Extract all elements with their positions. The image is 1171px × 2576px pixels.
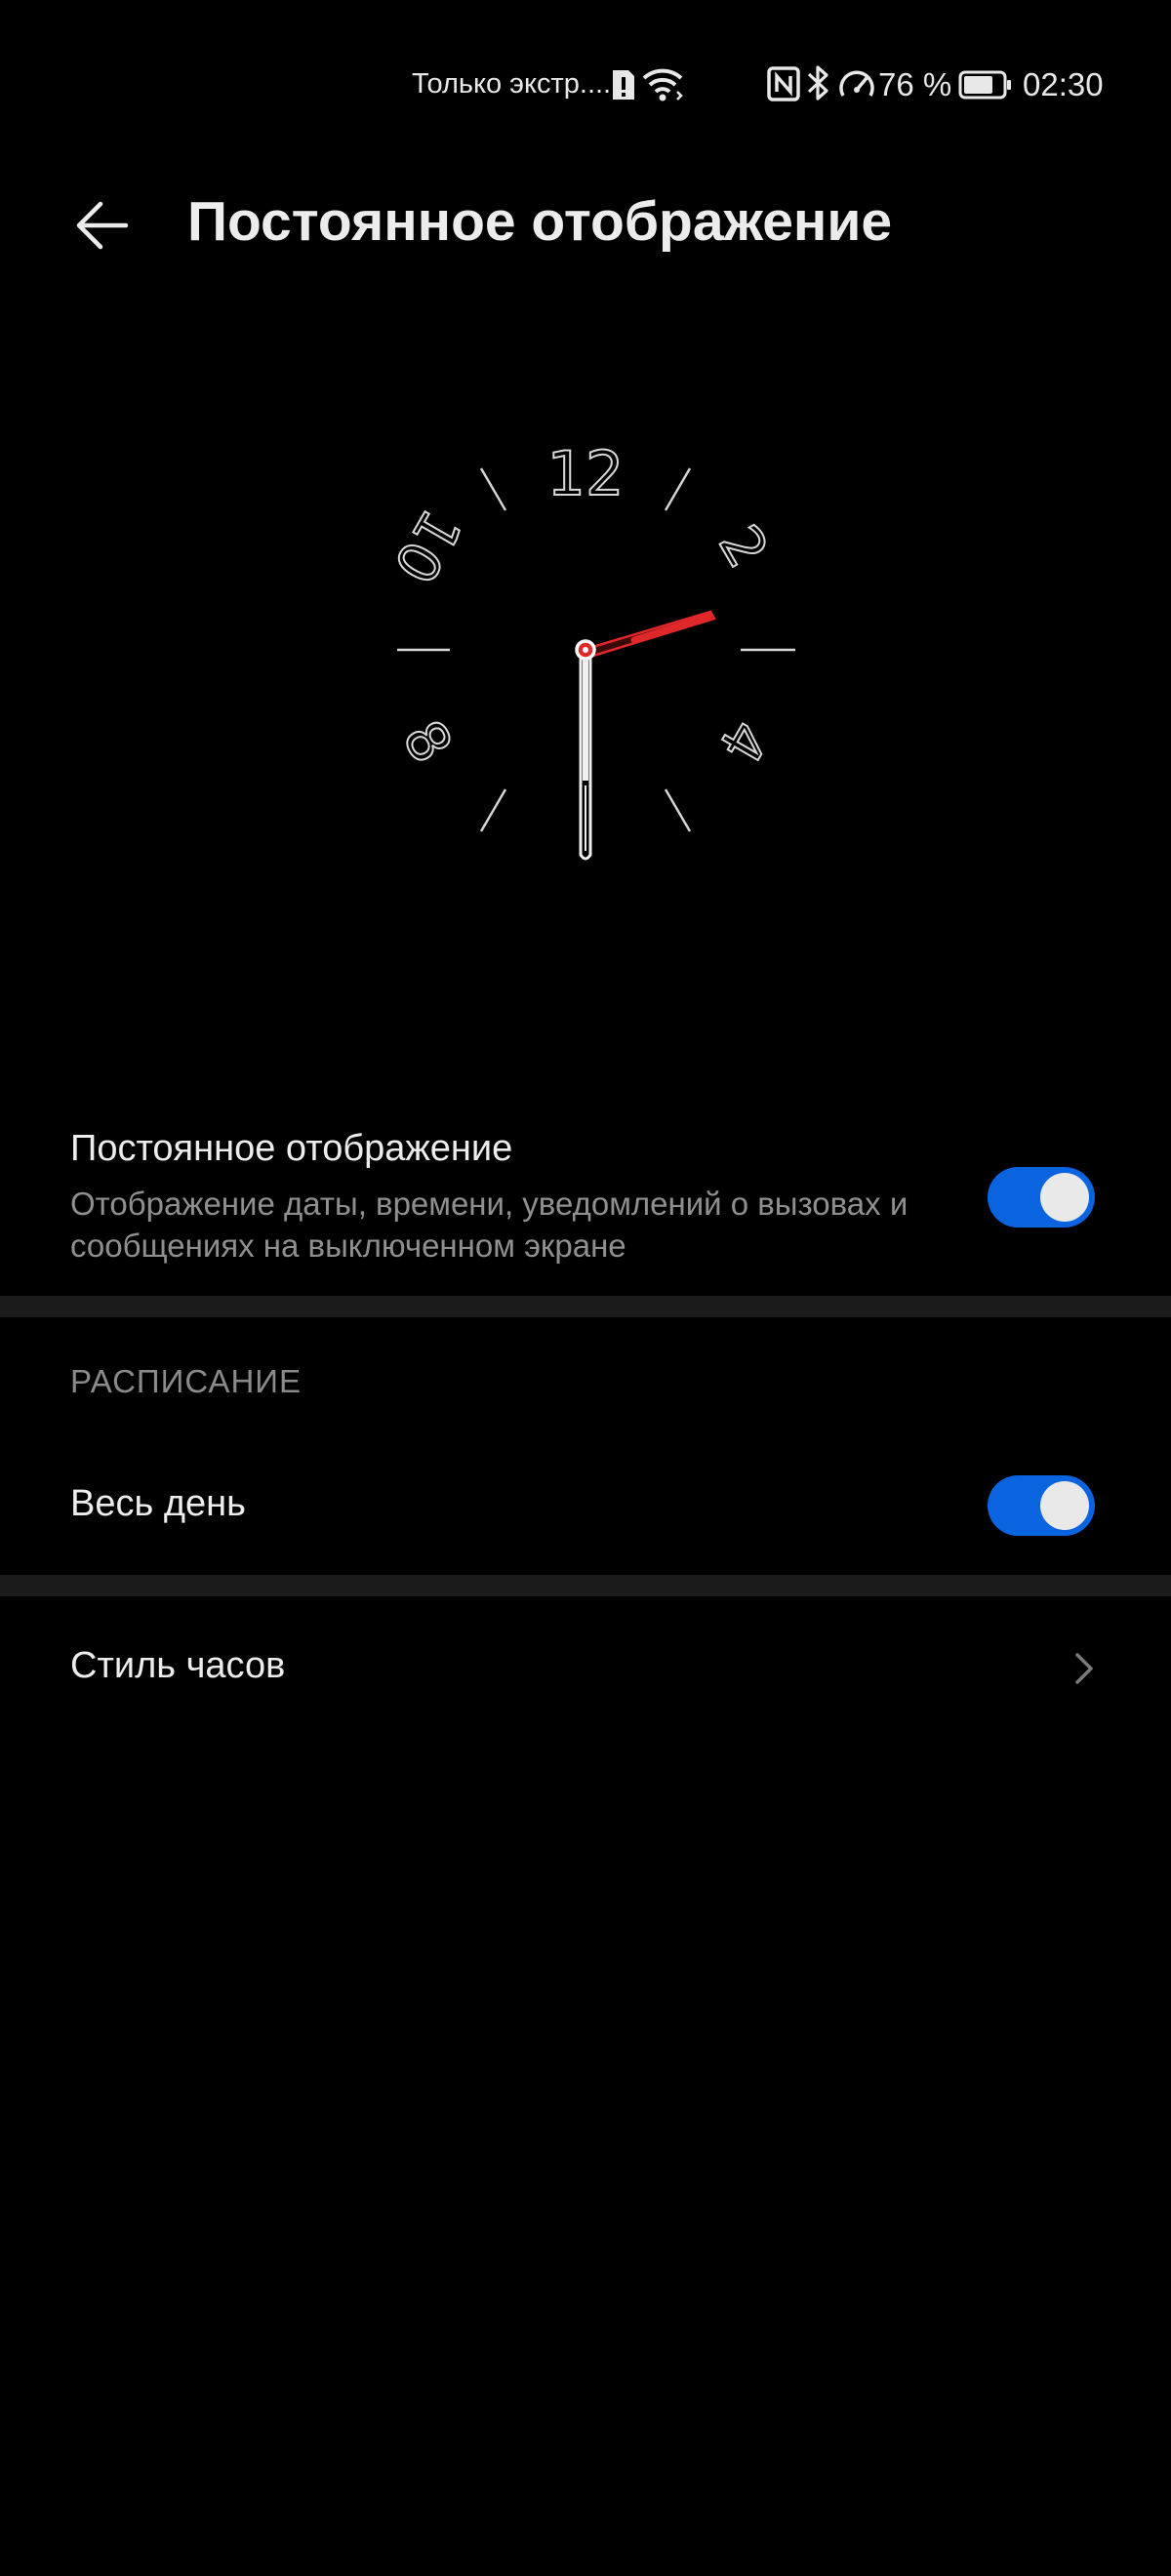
battery-icon (958, 70, 1013, 104)
wifi-icon (642, 66, 685, 106)
clock-style-row[interactable]: Стиль часов (0, 1610, 1171, 1727)
numeral-2: 2 (706, 514, 781, 579)
all-day-label: Весь день (70, 1483, 246, 1524)
clock-style-label: Стиль часов (70, 1645, 286, 1686)
toggle-knob (1040, 1481, 1089, 1530)
clock-face: 12 2 4 8 10 (380, 437, 795, 861)
back-button[interactable] (59, 183, 146, 271)
nfc-icon (767, 66, 800, 106)
tick-5 (664, 788, 692, 832)
page-title: Постоянное отображение (187, 190, 893, 253)
all-day-row[interactable]: Весь день (0, 1454, 1171, 1561)
section-divider (0, 1296, 1171, 1317)
sim-alert-icon (609, 68, 638, 106)
numeral-8: 8 (389, 709, 464, 774)
header: Постоянное отображение (0, 166, 1171, 273)
section-divider (0, 1575, 1171, 1596)
status-time: 02:30 (1023, 66, 1104, 102)
numeral-10: 10 (381, 499, 474, 594)
always-on-subtitle: Отображение даты, времени, уведомлений о… (70, 1186, 909, 1264)
clock-preview[interactable]: 12 2 4 8 10 (342, 410, 829, 898)
always-on-row[interactable]: Постоянное отображение Отображение даты,… (0, 1112, 1171, 1288)
tick-1 (664, 467, 692, 511)
numeral-12: 12 (547, 438, 625, 509)
tick-11 (479, 467, 507, 511)
battery-percent: 76 % (878, 66, 952, 102)
bluetooth-icon (806, 64, 831, 106)
minute-hand (579, 652, 592, 861)
all-day-toggle[interactable] (988, 1475, 1095, 1536)
toggle-knob (1040, 1173, 1089, 1222)
speedometer-icon (837, 66, 876, 106)
chevron-right-icon (1064, 1649, 1103, 1688)
arrow-left-icon (73, 196, 132, 260)
numeral-4: 4 (706, 709, 781, 774)
always-on-title: Постоянное отображение (70, 1128, 513, 1169)
always-on-toggle[interactable] (988, 1167, 1095, 1228)
tick-7 (479, 788, 507, 832)
hour-hand (587, 610, 716, 658)
carrier-text: Только экстр.... (412, 68, 612, 100)
status-bar: Только экстр.... 76 % 02:30 (0, 49, 1171, 127)
schedule-section-label: РАСПИСАНИЕ (70, 1363, 303, 1399)
